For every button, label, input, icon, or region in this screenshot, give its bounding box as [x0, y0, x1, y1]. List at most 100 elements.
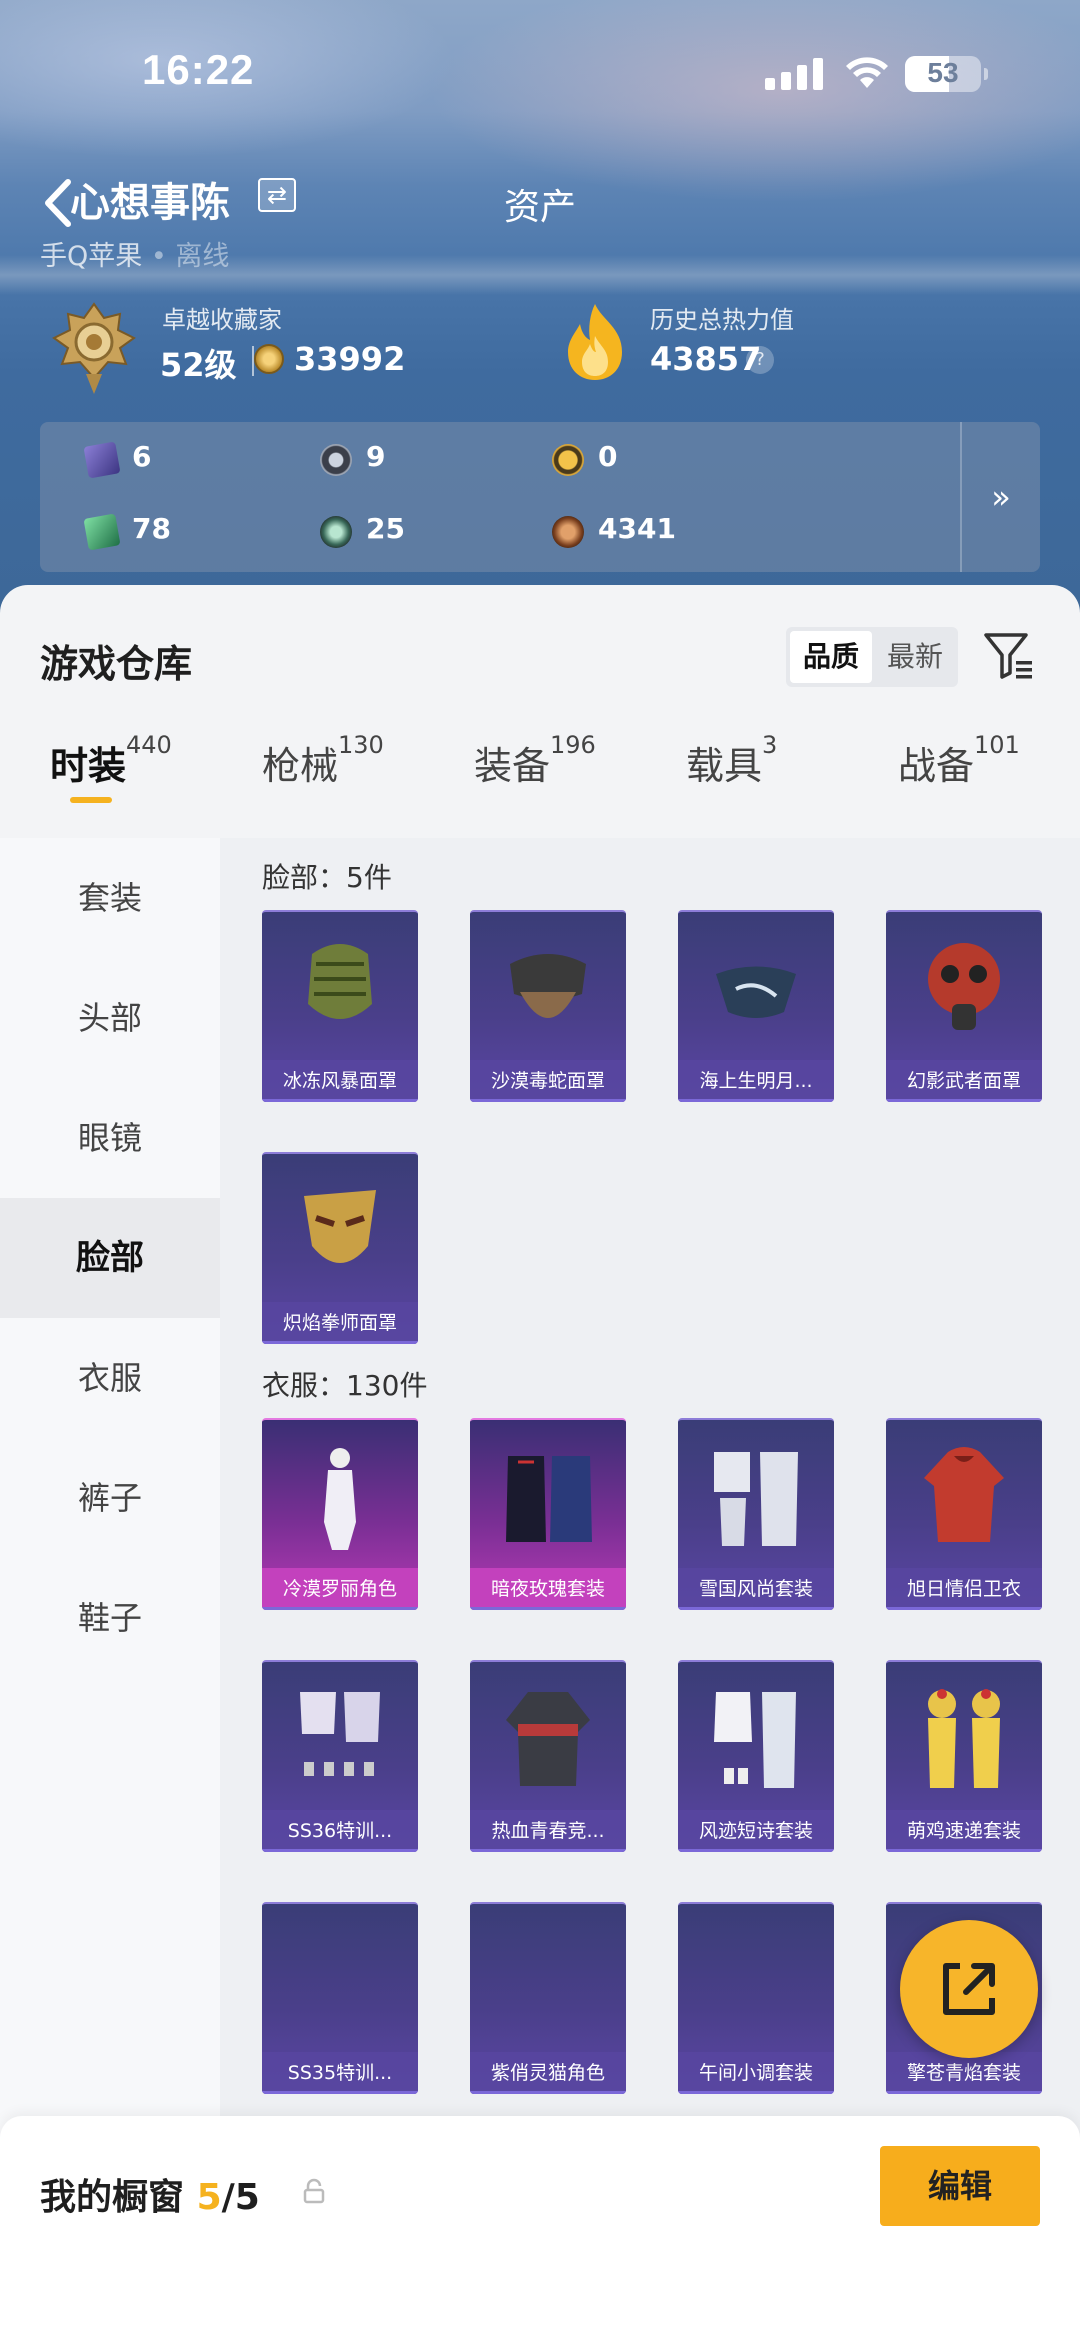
warehouse-sheet: 游戏仓库 品质 最新 时装440 枪械130 装备196 载具3 战备101 套…: [0, 585, 1080, 2341]
status-time: 16:22: [142, 46, 255, 93]
item-card[interactable]: 幻影武者面罩: [886, 910, 1042, 1102]
tab-tactical[interactable]: 战备101: [898, 731, 1020, 825]
edit-button[interactable]: 编辑: [880, 2146, 1040, 2226]
section-heading-face: 脸部：5件: [262, 861, 392, 894]
round-token-icon: [320, 444, 352, 476]
showcase-bar: 我的橱窗 5/5 编辑: [0, 2116, 1080, 2341]
jacket-icon: [506, 1692, 590, 1786]
battery-level: 53: [927, 57, 959, 88]
tab-label: 载具: [686, 744, 763, 788]
currency-value: 0: [598, 440, 618, 473]
tab-fashion[interactable]: 时装440: [50, 731, 172, 825]
item-card[interactable]: 旭日情侣卫衣: [886, 1418, 1042, 1610]
nav-bar: 心想事陈 ⇄ 资产: [0, 160, 1080, 240]
battery-icon: 53: [905, 56, 988, 92]
green-orb-icon: [320, 516, 352, 548]
item-name: 冰冻风暴面罩: [262, 1060, 418, 1102]
online-status: 离线: [175, 241, 230, 272]
item-name: 擎苍青焰套装: [886, 2052, 1042, 2094]
face-mask-icon: [308, 944, 372, 1019]
face-mask-icon: [510, 954, 586, 1018]
collection-coin-icon: [254, 344, 284, 374]
page-title: 资产: [503, 187, 576, 228]
showcase-count: 5: [196, 2177, 222, 2218]
item-name: 沙漠毒蛇面罩: [470, 1060, 626, 1102]
item-card[interactable]: SS35特训...: [262, 1902, 418, 2094]
item-card[interactable]: 午间小调套装: [678, 1902, 834, 2094]
sidebar-item-shoes[interactable]: 鞋子: [0, 1558, 220, 1678]
item-name: 热血青春竞...: [470, 1810, 626, 1852]
hoodie-icon: [924, 1447, 1004, 1542]
heat-value: 43857: [650, 340, 762, 378]
sort-quality[interactable]: 品质: [790, 631, 872, 683]
sidebar-item-head[interactable]: 头部: [0, 958, 220, 1078]
item-card[interactable]: 暗夜玫瑰套装: [470, 1418, 626, 1610]
currency-value: 4341: [598, 512, 676, 545]
item-card[interactable]: 紫俏灵猫角色: [470, 1902, 626, 2094]
showcase-label: 我的橱窗: [40, 2177, 185, 2218]
flame-icon: [568, 304, 622, 380]
card-icon: [83, 441, 121, 479]
section-heading-clothes: 衣服：130件: [262, 1369, 428, 1402]
item-card[interactable]: 风迹短诗套装: [678, 1660, 834, 1852]
item-card[interactable]: 沙漠毒蛇面罩: [470, 910, 626, 1102]
active-tab-indicator: [70, 797, 112, 803]
account-type: 手Q苹果: [40, 241, 143, 272]
sort-newest[interactable]: 最新: [874, 631, 956, 683]
currency-value: 25: [366, 512, 405, 545]
item-name: 萌鸡速递套装: [886, 1810, 1042, 1852]
item-name: 冷漠罗丽角色: [262, 1568, 418, 1610]
account-info: 手Q苹果 • 离线: [40, 234, 229, 273]
currency-more-button[interactable]: »: [960, 422, 1040, 572]
item-card[interactable]: 炽焰拳师面罩: [262, 1152, 418, 1344]
outfit-set-icon: [714, 1452, 798, 1546]
collector-medal-icon[interactable]: [46, 300, 142, 396]
showcase-total: /5: [221, 2177, 260, 2218]
item-name: 午间小调套装: [678, 2052, 834, 2094]
tab-label: 时装: [50, 744, 127, 788]
item-card[interactable]: 冷漠罗丽角色: [262, 1418, 418, 1610]
help-icon[interactable]: ?: [746, 346, 774, 374]
showcase-title: 我的橱窗 5/5: [40, 2168, 260, 2220]
collection-coins: 33992: [294, 340, 406, 378]
item-name: SS35特训...: [262, 2052, 418, 2094]
filter-icon[interactable]: [982, 629, 1036, 683]
item-card[interactable]: 雪国风尚套装: [678, 1418, 834, 1610]
tab-vehicles[interactable]: 载具3: [686, 731, 777, 825]
item-card[interactable]: SS36特训...: [262, 1660, 418, 1852]
tab-weapons[interactable]: 枪械130: [262, 731, 384, 825]
sidebar-item-suits[interactable]: 套装: [0, 838, 220, 958]
character-outfit-icon: [324, 1448, 356, 1550]
item-name: SS36特训...: [262, 1810, 418, 1852]
sidebar-item-pants[interactable]: 裤子: [0, 1438, 220, 1558]
sidebar-item-face[interactable]: 脸部: [0, 1198, 220, 1318]
item-card[interactable]: 热血青春竞...: [470, 1660, 626, 1852]
tab-count: 101: [974, 731, 1020, 759]
sidebar-item-clothes[interactable]: 衣服: [0, 1318, 220, 1438]
face-mask-icon: [716, 966, 796, 1018]
item-card[interactable]: 冰冻风暴面罩: [262, 910, 418, 1102]
category-tabs: 时装440 枪械130 装备196 载具3 战备101: [0, 731, 1080, 825]
share-external-icon: [943, 1963, 995, 2015]
chicken-costume-icon: [928, 1689, 1000, 1788]
item-card[interactable]: 萌鸡速递套装: [886, 1660, 1042, 1852]
bronze-coin-icon: [552, 516, 584, 548]
tab-count: 440: [126, 731, 172, 759]
currency-value: 6: [132, 440, 152, 473]
green-card-icon: [83, 513, 121, 551]
sidebar-item-glasses[interactable]: 眼镜: [0, 1078, 220, 1198]
tab-label: 枪械: [262, 744, 339, 788]
item-name: 幻影武者面罩: [886, 1060, 1042, 1102]
outfit-set-icon: [714, 1692, 796, 1788]
warehouse-title: 游戏仓库: [40, 642, 193, 686]
face-mask-icon: [928, 943, 1000, 1030]
item-card[interactable]: 海上生明月...: [678, 910, 834, 1102]
item-name: 雪国风尚套装: [678, 1568, 834, 1610]
tab-count: 3: [762, 731, 778, 759]
tab-count: 130: [338, 731, 384, 759]
heat-label: 历史总热力值: [650, 306, 794, 334]
share-button[interactable]: [900, 1920, 1038, 2058]
tab-equipment[interactable]: 装备196: [474, 731, 596, 825]
item-name: 暗夜玫瑰套装: [470, 1568, 626, 1610]
currency-value: 9: [366, 440, 386, 473]
